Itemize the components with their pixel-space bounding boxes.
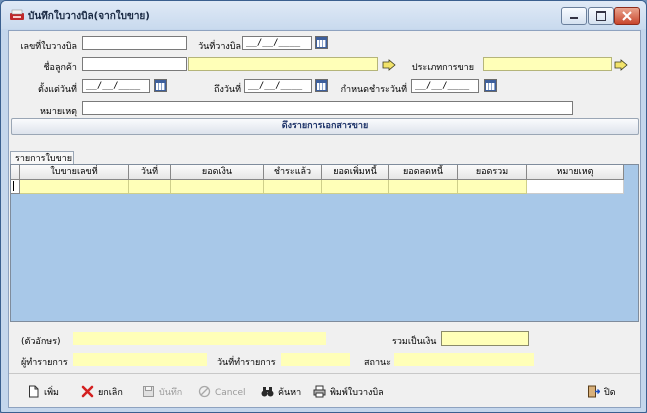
sales-grid: ใบขายเลขที่ วันที่ ยอดเงิน ชำระแล้ว ยอดเ… — [10, 164, 639, 322]
window-title: บันทึกใบวางบิล(จากใบขาย) — [28, 11, 150, 22]
table-cell[interactable] — [458, 180, 527, 194]
column-header[interactable]: ยอดเงิน — [171, 165, 264, 180]
customer-name-input[interactable] — [188, 57, 378, 71]
sale-type-lookup-icon[interactable] — [614, 59, 628, 71]
fetch-sales-documents-button[interactable]: ดึงรายการเอกสารขาย — [11, 118, 639, 135]
delete-icon — [81, 385, 94, 398]
app-icon — [10, 9, 24, 20]
amount-text-label: (ตัวอักษร) — [21, 337, 61, 347]
from-date-input[interactable]: __/__/____ — [82, 79, 150, 93]
sale-type-input[interactable] — [483, 57, 612, 71]
exit-button-label: ปิด — [604, 388, 616, 398]
from-date-calendar-icon[interactable] — [154, 79, 167, 92]
add-button-label: เพิ่ม — [44, 388, 59, 398]
close-button[interactable] — [614, 7, 640, 25]
maker-value — [73, 353, 207, 366]
due-date-label: กำหนดชำระวันที่ — [340, 85, 407, 95]
table-cell[interactable] — [527, 180, 624, 194]
window: บันทึกใบวางบิล(จากใบขาย) เลขที่ใบวางบิล … — [0, 0, 647, 413]
to-date-input[interactable]: __/__/____ — [244, 79, 312, 93]
table-cell[interactable] — [20, 180, 129, 194]
tab-sales-list[interactable]: รายการใบขาย — [10, 151, 74, 165]
binoculars-icon — [261, 387, 274, 397]
bill-date-calendar-icon[interactable] — [315, 36, 328, 49]
column-header[interactable]: ยอดเพิ่มหนี้ — [322, 165, 389, 180]
minimize-icon — [570, 17, 578, 19]
column-header[interactable]: ใบขายเลขที่ — [20, 165, 129, 180]
bill-no-input[interactable] — [82, 36, 187, 50]
status-label: สถานะ — [364, 358, 391, 368]
table-row[interactable] — [11, 180, 624, 194]
column-header[interactable]: ยอดลดหนี้ — [389, 165, 458, 180]
amount-text-value — [73, 332, 326, 345]
grid-corner — [11, 165, 20, 180]
customer-lookup-icon[interactable] — [382, 59, 396, 71]
save-disk-icon — [143, 386, 154, 397]
from-date-label: ตั้งแต่วันที่ — [37, 85, 77, 95]
maximize-icon — [596, 11, 606, 21]
cancel-button[interactable]: Cancel — [198, 385, 246, 401]
column-header[interactable]: ชำระแล้ว — [264, 165, 322, 180]
column-header[interactable]: หมายเหตุ — [527, 165, 624, 180]
save-button[interactable]: บันทึก — [142, 385, 182, 401]
table-cell[interactable] — [389, 180, 458, 194]
due-date-calendar-icon[interactable] — [484, 79, 497, 92]
form-area: เลขที่ใบวางบิล วันที่วางบิล __/__/____ ช… — [8, 30, 641, 408]
title-bar: บันทึกใบวางบิล(จากใบขาย) — [1, 1, 646, 29]
table-cell[interactable] — [129, 180, 171, 194]
customer-code-input[interactable] — [82, 57, 187, 71]
maximize-button[interactable] — [588, 7, 614, 25]
search-button-label: ค้นหา — [278, 388, 302, 398]
cancel-button-label: Cancel — [215, 388, 246, 398]
add-button[interactable]: เพิ่ม — [27, 385, 59, 401]
bill-no-label: เลขที่ใบวางบิล — [20, 42, 77, 52]
total-value — [441, 331, 529, 346]
made-date-value — [281, 353, 350, 366]
made-date-label: วันที่ทำรายการ — [217, 358, 276, 368]
column-header[interactable]: ยอดรวม — [458, 165, 527, 180]
maker-label: ผู้ทำรายการ — [21, 358, 68, 368]
cancel-icon — [198, 385, 211, 398]
row-indicator — [11, 180, 20, 194]
table-cell[interactable] — [264, 180, 322, 194]
remark-label: หมายเหตุ — [39, 107, 77, 117]
to-date-calendar-icon[interactable] — [315, 79, 328, 92]
toolbar-divider — [9, 373, 640, 374]
status-value — [394, 353, 534, 366]
customer-label: ชื่อลูกค้า — [43, 63, 77, 73]
print-bill-button[interactable]: พิมพ์ใบวางบิล — [313, 385, 384, 401]
due-date-input[interactable]: __/__/____ — [411, 79, 479, 93]
cancel-document-button[interactable]: ยกเลิก — [81, 385, 123, 401]
remark-input[interactable] — [82, 101, 573, 115]
printer-icon — [313, 385, 326, 398]
print-bill-label: พิมพ์ใบวางบิล — [330, 388, 384, 398]
sale-type-label: ประเภทการขาย — [411, 63, 474, 73]
search-button[interactable]: ค้นหา — [261, 385, 301, 401]
table-cell[interactable] — [322, 180, 389, 194]
save-button-label: บันทึก — [159, 388, 183, 398]
new-document-icon — [29, 385, 39, 398]
column-header[interactable]: วันที่ — [129, 165, 171, 180]
cancel-document-label: ยกเลิก — [98, 388, 123, 398]
exit-door-icon — [588, 385, 600, 398]
minimize-button[interactable] — [561, 7, 587, 25]
to-date-label: ถึงวันที่ — [214, 85, 241, 95]
bill-date-input[interactable]: __/__/____ — [242, 36, 312, 50]
exit-button[interactable]: ปิด — [587, 385, 616, 401]
bill-date-label: วันที่วางบิล — [198, 42, 241, 52]
table-cell[interactable] — [171, 180, 264, 194]
close-icon — [622, 11, 632, 21]
grid-header: ใบขายเลขที่ วันที่ ยอดเงิน ชำระแล้ว ยอดเ… — [11, 165, 624, 180]
total-label: รวมเป็นเงิน — [392, 337, 437, 347]
